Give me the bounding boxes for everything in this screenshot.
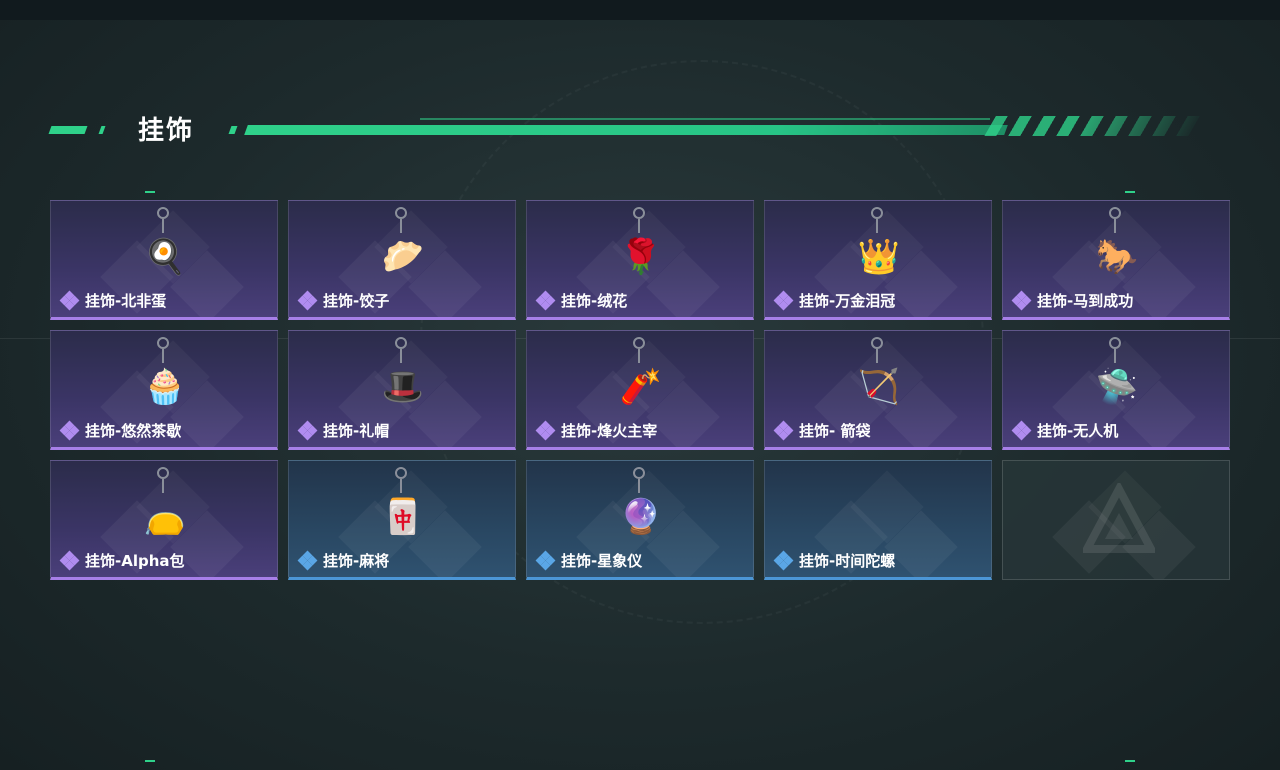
rarity-diamond-icon	[773, 550, 794, 570]
quiver-icon: 🏹	[857, 367, 901, 407]
pendant-name: 挂饰-烽火主宰	[561, 422, 658, 440]
pendant-name: 挂饰-无人机	[1037, 422, 1119, 440]
pendant-label-row: 挂饰-时间陀螺	[773, 550, 896, 571]
pendant-card[interactable]: 🛸 挂饰-无人机	[1002, 330, 1230, 450]
rarity-diamond-icon	[297, 420, 318, 440]
keyring-icon	[871, 207, 883, 219]
pendant-card[interactable]: 🥟 挂饰-饺子	[288, 200, 516, 320]
rarity-diamond-icon	[1011, 420, 1032, 440]
keyring-icon	[395, 467, 407, 479]
cupcake-icon: 🧁	[143, 367, 187, 407]
fedora-hat-icon: 🎩	[381, 367, 425, 407]
velvet-flower-icon: 🌹	[619, 237, 663, 277]
corner-marker	[1125, 760, 1135, 762]
pendant-name: 挂饰-悠然茶歇	[85, 422, 182, 440]
drone-icon: 🛸	[1095, 367, 1139, 407]
mahjong-tile-icon: 🀄	[381, 497, 425, 537]
pendant-name: 挂饰- 箭袋	[799, 422, 871, 440]
keyring-icon	[871, 337, 883, 349]
pendant-label-row: 挂饰-烽火主宰	[535, 420, 658, 441]
keyring-icon	[395, 207, 407, 219]
empty-item-slot[interactable]	[1002, 460, 1230, 580]
keyring-icon	[157, 337, 169, 349]
rarity-diamond-icon	[773, 290, 794, 310]
pendant-card[interactable]: 🌹 挂饰-绒花	[526, 200, 754, 320]
pendant-name: 挂饰-星象仪	[561, 552, 643, 570]
pendant-label-row: 挂饰-马到成功	[1011, 290, 1134, 311]
pendant-name: 挂饰-时间陀螺	[799, 552, 896, 570]
pendant-name: 挂饰-万金泪冠	[799, 292, 896, 310]
empty-slot-logo-icon	[1083, 483, 1155, 553]
pendant-label-row: 挂饰-星象仪	[535, 550, 643, 571]
pendant-card[interactable]: 🎩 挂饰-礼帽	[288, 330, 516, 450]
pendant-label-row: 挂饰-Alpha包	[59, 550, 185, 571]
jeweled-crown-icon: 👑	[857, 237, 901, 277]
pendant-card[interactable]: 🍳 挂饰-北非蛋	[50, 200, 278, 320]
keyring-icon	[1109, 337, 1121, 349]
keyring-icon	[157, 467, 169, 479]
pendant-card[interactable]: 🧁 挂饰-悠然茶歇	[50, 330, 278, 450]
pendant-label-row: 挂饰- 箭袋	[773, 420, 871, 441]
header-accent-bar	[48, 126, 88, 134]
pendant-card[interactable]: 👝 挂饰-Alpha包	[50, 460, 278, 580]
pendant-label-row: 挂饰-绒花	[535, 290, 628, 311]
pendant-label-row: 挂饰-北非蛋	[59, 290, 167, 311]
header-accent-bar	[228, 126, 238, 134]
pendant-label-row: 挂饰-无人机	[1011, 420, 1119, 441]
shakshuka-pan-icon: 🍳	[143, 237, 187, 277]
rarity-diamond-icon	[297, 550, 318, 570]
pendant-label-row: 挂饰-礼帽	[297, 420, 390, 441]
header-checker-pattern	[984, 116, 1206, 136]
pendant-name: 挂饰-绒花	[561, 292, 628, 310]
corner-marker	[1125, 191, 1135, 193]
rarity-diamond-icon	[297, 290, 318, 310]
red-horse-icon: 🐎	[1095, 237, 1139, 277]
pendant-card[interactable]: 🧨 挂饰-烽火主宰	[526, 330, 754, 450]
header-accent-line	[244, 125, 1008, 135]
rarity-diamond-icon	[535, 290, 556, 310]
pendant-name: 挂饰-Alpha包	[85, 552, 185, 570]
corner-marker	[145, 760, 155, 762]
rarity-diamond-icon	[1011, 290, 1032, 310]
rarity-diamond-icon	[535, 550, 556, 570]
keyring-icon	[1109, 207, 1121, 219]
pendant-card[interactable]: 🐎 挂饰-马到成功	[1002, 200, 1230, 320]
pendant-card[interactable]: 🏹 挂饰- 箭袋	[764, 330, 992, 450]
rarity-diamond-icon	[773, 420, 794, 440]
top-bar	[0, 0, 1280, 20]
rarity-diamond-icon	[59, 550, 80, 570]
pendant-label-row: 挂饰-饺子	[297, 290, 390, 311]
keyring-icon	[633, 467, 645, 479]
section-title: 挂饰	[138, 116, 195, 146]
pendant-label-row: 挂饰-麻将	[297, 550, 390, 571]
pendant-name: 挂饰-麻将	[323, 552, 390, 570]
keyring-icon	[157, 207, 169, 219]
keyring-icon	[633, 207, 645, 219]
pendant-card[interactable]: 挂饰-时间陀螺	[764, 460, 992, 580]
pendant-card[interactable]: 🔮 挂饰-星象仪	[526, 460, 754, 580]
rarity-diamond-icon	[535, 420, 556, 440]
astrolabe-icon: 🔮	[619, 497, 663, 537]
alpha-pouch-icon: 👝	[143, 497, 187, 537]
pendant-name: 挂饰-礼帽	[323, 422, 390, 440]
pendant-label-row: 挂饰-悠然茶歇	[59, 420, 182, 441]
header-accent-bar	[98, 126, 106, 134]
pendant-label-row: 挂饰-万金泪冠	[773, 290, 896, 311]
keyring-icon	[633, 337, 645, 349]
corner-marker	[145, 191, 155, 193]
header-thin-line	[420, 118, 990, 120]
pendant-card[interactable]: 🀄 挂饰-麻将	[288, 460, 516, 580]
pendant-name: 挂饰-北非蛋	[85, 292, 167, 310]
pendant-name: 挂饰-饺子	[323, 292, 390, 310]
dumpling-plate-icon: 🥟	[381, 237, 425, 277]
rarity-diamond-icon	[59, 290, 80, 310]
pendant-name: 挂饰-马到成功	[1037, 292, 1134, 310]
rarity-diamond-icon	[59, 420, 80, 440]
keyring-icon	[395, 337, 407, 349]
graffiti-container-icon: 🧨	[619, 367, 663, 407]
section-header: 挂饰	[48, 108, 1210, 148]
pendant-card[interactable]: 👑 挂饰-万金泪冠	[764, 200, 992, 320]
